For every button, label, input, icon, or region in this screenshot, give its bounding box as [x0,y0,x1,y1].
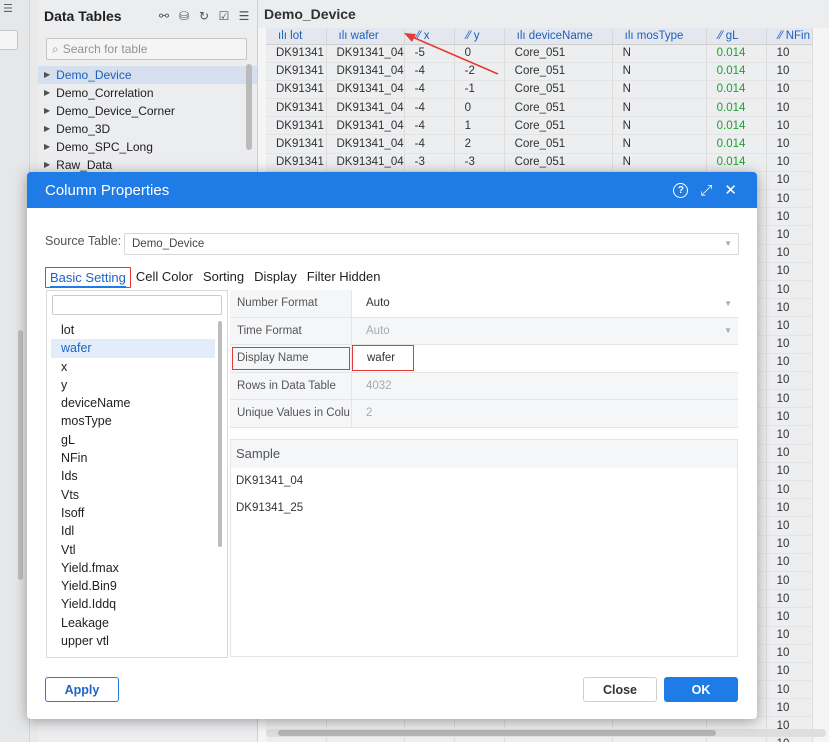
tab-cell-color[interactable]: Cell Color [131,267,198,288]
time-format-select: Auto [352,317,738,344]
column-item[interactable]: Vts [51,486,215,504]
column-list-scrollbar[interactable] [218,321,222,547]
column-list: lot wafer x y deviceName mosType gL NFin Ids Vts I… [47,321,227,650]
source-table-select[interactable]: Demo_Device ▼ [124,233,739,255]
sample-panel: Sample DK91341_04 DK91341_25 [230,439,738,657]
dialog-title: Column Properties [45,181,170,199]
number-format-row: Number Format Auto ▼ [230,290,738,318]
ok-button[interactable]: OK [664,677,738,702]
tab-filter-hidden[interactable]: Filter Hidden [302,267,386,288]
chevron-down-icon: ▼ [724,298,732,308]
sample-value: DK91341_25 [236,502,304,514]
column-item[interactable]: wafer [51,339,215,358]
rows-in-table-label: Rows in Data Table [230,372,352,399]
unique-values-value: 2 [352,400,738,427]
column-item[interactable]: lot [51,321,215,339]
display-name-input[interactable]: wafer [352,345,414,372]
time-format-label: Time Format [230,317,352,344]
close-button[interactable]: Close [583,677,657,702]
column-item[interactable]: Yield.Bin9 [51,577,215,595]
dialog-header: Column Properties ? ⤢ ✕ [27,172,757,208]
column-properties-dialog: Column Properties ? ⤢ ✕ Source Table: De… [27,172,757,719]
time-format-row: Time Format Auto ▼ [230,317,738,345]
number-format-label: Number Format [230,290,352,317]
help-icon[interactable]: ? [673,182,689,198]
tab-sorting[interactable]: Sorting [198,267,249,288]
chevron-down-icon: ▼ [724,239,732,248]
property-tabs: Basic Setting Cell Color Sorting Display… [45,267,385,288]
display-name-label: Display Name [230,345,352,372]
column-item[interactable]: mosType [51,412,215,430]
expand-icon[interactable]: ⤢ [700,182,712,199]
number-format-select[interactable]: Auto [352,290,738,317]
tab-basic-setting[interactable]: Basic Setting [45,267,131,288]
tab-label: Basic Setting [50,270,126,288]
source-table-row: Source Table: Demo_Device ▼ [45,233,739,255]
rows-in-table-value: 4032 [352,372,738,399]
display-name-row: Display Name wafer [230,345,738,373]
display-name-cell: wafer [352,345,738,372]
column-item[interactable]: Yield.fmax [51,559,215,577]
dialog-footer: Apply Close OK [27,672,757,719]
column-item[interactable]: Ids [51,467,215,485]
column-item[interactable]: Idl [51,522,215,540]
source-table-label: Source Table: [45,234,122,248]
sample-header: Sample [231,440,737,468]
dialog-header-buttons: ? ⤢ ✕ [673,181,757,199]
column-item[interactable]: gL [51,431,215,449]
apply-button[interactable]: Apply [45,677,119,702]
column-item[interactable]: Isoff [51,504,215,522]
sample-value: DK91341_04 [236,475,304,487]
tab-display[interactable]: Display [249,267,302,288]
unique-values-row: Unique Values in Colu... 2 [230,400,738,428]
chevron-down-icon: ▼ [724,326,732,336]
column-item[interactable]: x [51,358,215,376]
unique-values-label: Unique Values in Colu... [230,400,352,427]
column-item[interactable]: NFin [51,449,215,467]
column-filter-input[interactable] [52,295,222,315]
column-item[interactable]: Leakage [51,614,215,632]
close-icon[interactable]: ✕ [724,181,737,199]
column-list-panel: lot wafer x y deviceName mosType gL NFin Ids Vts I… [46,290,228,658]
column-item[interactable]: Yield.Iddq [51,595,215,613]
column-item[interactable]: Vtl [51,541,215,559]
property-table: Number Format Auto ▼ Time Format Auto ▼ … [230,290,738,428]
rows-in-table-row: Rows in Data Table 4032 [230,372,738,400]
column-item[interactable]: y [51,376,215,394]
column-item[interactable]: upper vtl [51,632,215,650]
column-item[interactable]: deviceName [51,394,215,412]
source-table-value: Demo_Device [132,238,205,250]
